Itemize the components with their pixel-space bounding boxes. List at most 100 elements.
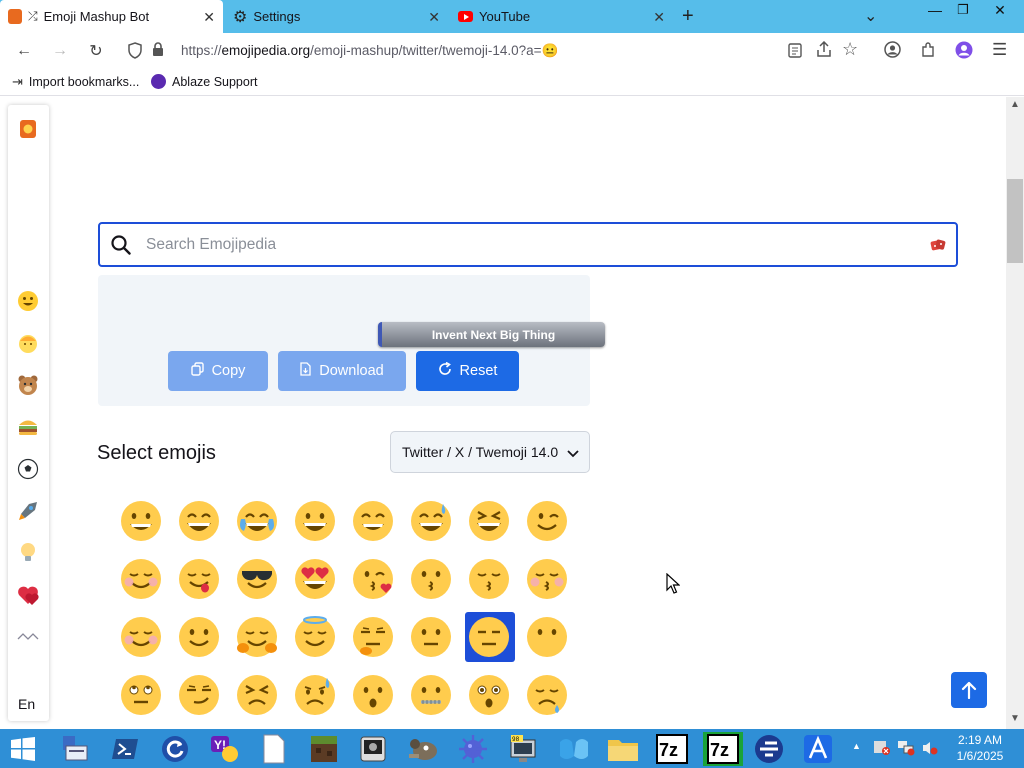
emoji-grinning[interactable] xyxy=(112,492,170,550)
menu-hamburger-icon[interactable]: ☰ xyxy=(992,40,1007,60)
emoji-kissing-heart[interactable] xyxy=(344,550,402,608)
category-food-icon[interactable] xyxy=(14,413,42,441)
close-tab-icon[interactable]: ✕ xyxy=(653,9,665,26)
emoji-sweat-smile[interactable] xyxy=(402,492,460,550)
extensions-icon[interactable] xyxy=(920,41,937,61)
emoji-sleepy[interactable] xyxy=(518,666,576,724)
category-flags-icon[interactable] xyxy=(14,623,42,651)
taskbar-virus-icon[interactable] xyxy=(456,732,490,766)
new-tab-button[interactable]: + xyxy=(682,5,694,28)
taskbar-document-icon[interactable] xyxy=(257,732,291,766)
tracking-shield-icon[interactable] xyxy=(128,42,142,62)
random-dice-icon[interactable] xyxy=(930,238,946,255)
reset-button[interactable]: Reset xyxy=(416,351,519,391)
emoji-smirk[interactable] xyxy=(170,666,228,724)
tray-security-icon[interactable] xyxy=(873,740,891,759)
emoji-kissing-closed-eyes[interactable] xyxy=(518,550,576,608)
category-animals-icon[interactable] xyxy=(14,371,42,399)
emoji-wink[interactable] xyxy=(518,492,576,550)
emoji-smile[interactable] xyxy=(344,492,402,550)
account-icon[interactable] xyxy=(884,41,901,61)
close-tab-icon[interactable]: ✕ xyxy=(428,9,440,26)
taskbar-folder-icon[interactable] xyxy=(606,732,640,766)
emoji-persevere[interactable] xyxy=(228,666,286,724)
emoji-hugging[interactable] xyxy=(228,608,286,666)
profile-icon[interactable] xyxy=(955,41,973,62)
language-selector[interactable]: En xyxy=(18,696,35,712)
bookmark-ablaze-support[interactable]: Ablaze Support xyxy=(151,74,257,89)
emoji-expressionless[interactable] xyxy=(460,608,518,666)
share-icon[interactable] xyxy=(816,40,832,61)
restore-button[interactable]: ❐ xyxy=(946,0,980,20)
emoji-neutral[interactable] xyxy=(402,608,460,666)
emoji-no-mouth[interactable] xyxy=(518,608,576,666)
emoji-smiley[interactable] xyxy=(286,492,344,550)
url-bar[interactable]: https://emojipedia.org/emoji-mashup/twit… xyxy=(122,37,870,65)
back-arrow-icon[interactable]: ← xyxy=(14,41,34,61)
emoji-sunglasses[interactable] xyxy=(228,550,286,608)
taskbar-gimp-icon[interactable] xyxy=(406,732,440,766)
window-close-button[interactable]: ✕ xyxy=(980,0,1020,20)
emoji-laughing[interactable] xyxy=(460,492,518,550)
lock-icon[interactable] xyxy=(152,42,164,60)
reader-view-icon[interactable] xyxy=(788,43,802,61)
tab-list-chevron-icon[interactable]: ⌄ xyxy=(864,6,877,26)
taskbar-7zip-active-icon[interactable]: 7z xyxy=(703,732,743,766)
taskbar-arc-icon[interactable] xyxy=(801,732,835,766)
close-tab-icon[interactable]: ✕ xyxy=(203,9,215,26)
taskbar-powershell-icon[interactable] xyxy=(108,732,142,766)
emoji-blush[interactable] xyxy=(112,550,170,608)
emoji-smiling-hearts[interactable] xyxy=(112,608,170,666)
emoji-kissing-smiling[interactable] xyxy=(460,550,518,608)
emoji-tears-of-joy[interactable] xyxy=(228,492,286,550)
emojipedia-logo-icon[interactable] xyxy=(14,115,42,143)
start-button[interactable] xyxy=(6,732,40,766)
taskbar-f-app-icon[interactable] xyxy=(752,732,786,766)
taskbar-refresh-app-icon[interactable] xyxy=(158,732,192,766)
tab-settings[interactable]: ⚙ Settings ✕ xyxy=(225,0,448,33)
emoji-thinking[interactable] xyxy=(344,608,402,666)
bookmark-star-icon[interactable]: ☆ xyxy=(842,39,858,60)
emoji-kissing[interactable] xyxy=(402,550,460,608)
taskbar-winget-icon[interactable] xyxy=(557,732,591,766)
category-symbols-icon[interactable] xyxy=(14,581,42,609)
emoji-grin[interactable] xyxy=(170,492,228,550)
taskbar-7zip-icon[interactable]: 7z xyxy=(655,732,689,766)
tray-overflow-icon[interactable]: ▲ xyxy=(852,741,861,751)
emoji-yum[interactable] xyxy=(170,550,228,608)
taskbar-terminal-icon[interactable] xyxy=(356,732,390,766)
forward-arrow-icon[interactable]: → xyxy=(50,41,70,61)
emoji-slight-smile[interactable] xyxy=(170,608,228,666)
taskbar-explorer-icon[interactable] xyxy=(58,732,92,766)
tab-youtube[interactable]: YouTube ✕ xyxy=(450,0,673,33)
emoji-hushed[interactable] xyxy=(344,666,402,724)
emoji-astonished[interactable] xyxy=(460,666,518,724)
search-input[interactable] xyxy=(146,234,906,256)
reload-icon[interactable]: ↻ xyxy=(86,41,106,61)
taskbar-minecraft-icon[interactable] xyxy=(307,732,341,766)
category-activities-icon[interactable] xyxy=(14,455,42,483)
tray-volume-icon[interactable] xyxy=(921,740,939,759)
scroll-to-top-button[interactable] xyxy=(951,672,987,708)
category-travel-icon[interactable] xyxy=(14,497,42,525)
emoji-heart-eyes[interactable] xyxy=(286,550,344,608)
emoji-eye-roll[interactable] xyxy=(112,666,170,724)
tab-emoji-mashup-bot[interactable]: ⤮ Emoji Mashup Bot ✕ xyxy=(0,0,223,33)
download-button[interactable]: Download xyxy=(278,351,406,391)
emoji-zipper-mouth[interactable] xyxy=(402,666,460,724)
page-scrollbar[interactable]: ▲ ▼ xyxy=(1006,97,1024,729)
bookmark-import[interactable]: ⇥ Import bookmarks... xyxy=(12,74,139,90)
taskbar-monitor-icon[interactable]: 98 xyxy=(506,732,540,766)
category-objects-icon[interactable] xyxy=(14,539,42,567)
category-people-icon[interactable] xyxy=(14,329,42,357)
scroll-down-arrow-icon[interactable]: ▼ xyxy=(1010,713,1020,724)
category-smileys-icon[interactable] xyxy=(14,287,42,315)
taskbar-clock[interactable]: 2:19 AM 1/6/2025 xyxy=(944,732,1016,764)
tray-network-icon[interactable] xyxy=(897,740,915,759)
scroll-up-arrow-icon[interactable]: ▲ xyxy=(1010,99,1020,110)
emoji-innocent[interactable] xyxy=(286,608,344,666)
emoji-disappointed-relieved[interactable] xyxy=(286,666,344,724)
taskbar-yahoo-icon[interactable]: Y! xyxy=(208,732,242,766)
copy-button[interactable]: Copy xyxy=(168,351,268,391)
vendor-select[interactable]: Twitter / X / Twemoji 14.0 xyxy=(390,431,590,473)
